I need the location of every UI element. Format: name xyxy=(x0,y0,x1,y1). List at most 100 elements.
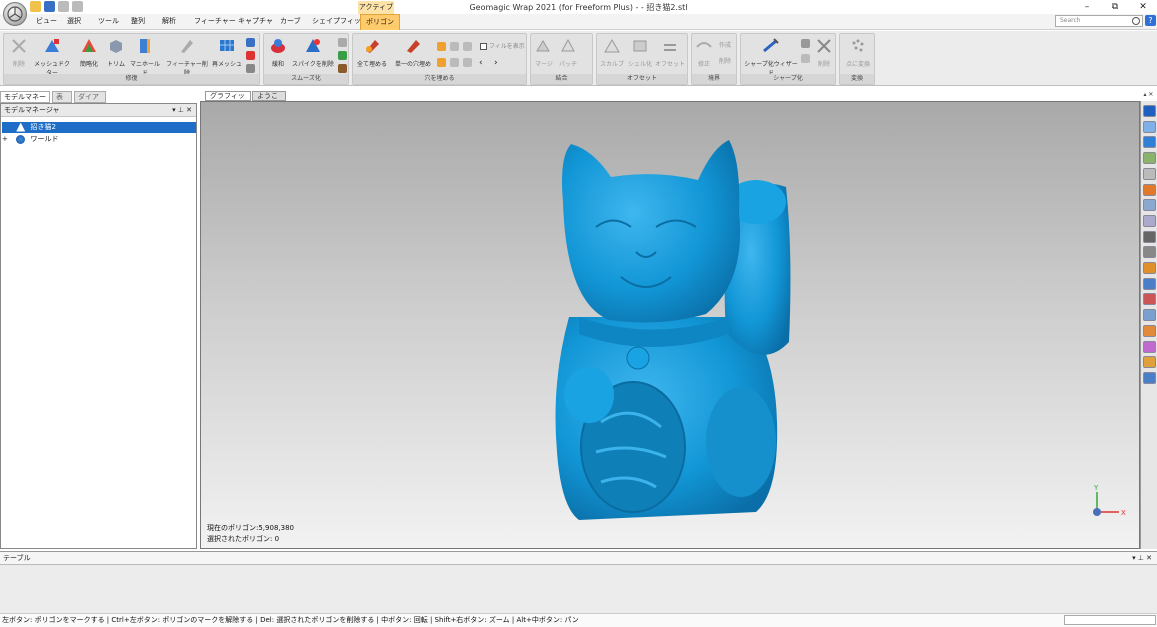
help-button[interactable]: ? xyxy=(1145,15,1156,26)
tool-to-points[interactable]: 点に変換 xyxy=(842,37,874,68)
view-tool-icon[interactable] xyxy=(1143,214,1156,227)
tool-feature-delete[interactable]: フィーチャー削除 xyxy=(164,37,210,77)
small-smooth-icon[interactable] xyxy=(338,51,347,60)
tool-trim[interactable]: トリム xyxy=(104,37,128,68)
tool-patch[interactable]: パッチ xyxy=(556,37,580,68)
view-tool-icon[interactable] xyxy=(1143,152,1156,165)
tool-sculpt[interactable]: スカルプ xyxy=(599,37,625,68)
tool-manifold[interactable]: マニホールド xyxy=(128,37,162,77)
view-tool-icon[interactable] xyxy=(1143,356,1156,369)
tool-label: オフセット xyxy=(655,61,686,68)
fill-type-complete-icon[interactable] xyxy=(437,42,446,51)
menu-view[interactable]: ビュー xyxy=(36,16,57,26)
menu-feature[interactable]: フィーチャー xyxy=(194,16,236,26)
checkbox-icon[interactable] xyxy=(480,43,487,50)
prev-arrow-icon[interactable]: ‹ xyxy=(479,58,483,68)
view-tool-icon[interactable] xyxy=(1143,183,1156,196)
panel-controls[interactable]: ▾ ⊥ ✕ xyxy=(172,104,192,117)
small-mesh-icon[interactable] xyxy=(246,64,255,73)
cat-left-paw xyxy=(564,367,614,423)
view-tool-icon[interactable] xyxy=(1143,371,1156,384)
table-panel-controls[interactable]: ▾ ⊥ ✕ xyxy=(1132,552,1152,565)
fill-type-bridge-icon[interactable] xyxy=(463,42,472,51)
right-toolbar-controls[interactable]: ▴ ✕ xyxy=(1140,91,1157,101)
tree-item-world[interactable]: + ワールド xyxy=(2,134,58,145)
redo-icon[interactable] xyxy=(72,1,83,12)
tool-simplify[interactable]: 簡略化 xyxy=(76,37,102,68)
menu-tools[interactable]: ツール xyxy=(98,16,119,26)
menu-select[interactable]: 選択 xyxy=(67,16,81,26)
small-brush-icon[interactable] xyxy=(338,64,347,73)
merge-icon xyxy=(536,40,550,52)
tab-welcome[interactable]: ようこそ xyxy=(252,91,286,109)
view-tool-icon[interactable] xyxy=(1143,277,1156,290)
view-tool-icon[interactable] xyxy=(1143,246,1156,259)
tool-delete[interactable]: 削除 xyxy=(8,37,30,68)
fill-type-edge-icon[interactable] xyxy=(450,42,459,51)
tool-merge[interactable]: マージ xyxy=(533,37,555,68)
tool-remove-spikes[interactable]: スパイクを削除 xyxy=(291,37,335,68)
menu-polygon[interactable]: ポリゴン xyxy=(360,14,400,30)
to-points-icon xyxy=(852,39,864,52)
search-icon[interactable] xyxy=(1132,17,1140,25)
menu-capture[interactable]: キャプチャ xyxy=(238,16,273,26)
view-tool-icon[interactable] xyxy=(1143,230,1156,243)
next-arrow-icon[interactable]: › xyxy=(494,58,498,68)
view-tool-icon[interactable] xyxy=(1143,309,1156,322)
small-sphere-icon[interactable] xyxy=(246,51,255,60)
small-sandpaper-icon[interactable] xyxy=(338,38,347,47)
tree-expander[interactable]: + xyxy=(2,134,14,145)
tool-relax[interactable]: 緩和 xyxy=(266,37,290,68)
view-tool-icon[interactable] xyxy=(1143,293,1156,306)
group-offset: スカルプ シェル化 オフセット オフセット xyxy=(596,33,688,85)
tab-model-manager[interactable]: モデルマネージャ xyxy=(0,91,50,112)
view-tool-icon[interactable] xyxy=(1143,105,1156,117)
view-tool-icon[interactable] xyxy=(1143,120,1156,133)
fill-flat-icon[interactable] xyxy=(463,58,472,67)
small-extend-icon[interactable] xyxy=(801,54,810,63)
group-label-convert: 変換 xyxy=(840,74,874,84)
view-tool-icon[interactable] xyxy=(1143,167,1156,180)
tool-sharpen-delete[interactable]: 削除 xyxy=(813,37,835,68)
small-cube-icon[interactable] xyxy=(246,38,255,47)
tab-dialog[interactable]: ダイアログ xyxy=(74,91,106,112)
tool-boundary-delete[interactable]: 削除 xyxy=(715,56,735,65)
close-button[interactable]: ✕ xyxy=(1129,0,1157,14)
show-fill-checkbox[interactable]: フィルを表示 xyxy=(480,41,525,50)
tool-label: 全て埋める xyxy=(356,61,387,68)
tool-boundary-create[interactable]: 作成 xyxy=(715,40,735,49)
tab-graphics[interactable]: グラフィックス xyxy=(205,91,251,109)
tool-offset[interactable]: オフセット xyxy=(655,37,685,68)
undo-icon[interactable] xyxy=(58,1,69,12)
maneki-neko-model[interactable] xyxy=(201,102,1140,549)
menu-align[interactable]: 整列 xyxy=(131,16,145,26)
view-tool-icon[interactable] xyxy=(1143,262,1156,274)
minimize-button[interactable]: – xyxy=(1073,0,1101,14)
tool-mesh-doctor[interactable]: メッシュドクター xyxy=(32,37,72,77)
tool-remesh[interactable]: 再メッシュ xyxy=(212,37,242,68)
view-tool-icon[interactable] xyxy=(1143,199,1156,212)
search-input[interactable]: Search xyxy=(1055,15,1143,27)
tool-sharpen-wizard[interactable]: シャープ化ウィザード xyxy=(743,37,799,77)
open-folder-icon[interactable] xyxy=(30,1,41,12)
tree-item-model[interactable]: 招き猫2 xyxy=(2,122,196,133)
menu-curve[interactable]: カーブ xyxy=(280,16,301,26)
view-tool-icon[interactable] xyxy=(1143,136,1156,149)
tool-fill-single[interactable]: 単一の穴埋め xyxy=(393,37,433,68)
tool-modify[interactable]: 修正 xyxy=(694,37,714,68)
restore-button[interactable]: ⧉ xyxy=(1101,0,1129,14)
fill-tangent-icon[interactable] xyxy=(450,58,459,67)
tool-fill-all[interactable]: 全て埋める xyxy=(355,37,389,68)
tool-label: シェル化 xyxy=(627,61,652,68)
save-icon[interactable] xyxy=(44,1,55,12)
graphics-viewport[interactable]: 現在のポリゴン:5,908,380 選択されたポリゴン: 0 Y X xyxy=(200,101,1140,549)
tool-shell[interactable]: シェル化 xyxy=(627,37,653,68)
menu-analysis[interactable]: 解析 xyxy=(162,16,176,26)
app-logo-icon[interactable] xyxy=(3,2,27,26)
view-tool-icon[interactable] xyxy=(1143,340,1156,353)
view-tool-icon[interactable] xyxy=(1143,324,1156,337)
small-pause-icon[interactable] xyxy=(801,39,810,48)
fill-curvature-icon[interactable] xyxy=(437,58,446,67)
tool-label: 再メッシュ xyxy=(212,61,243,68)
tab-display[interactable]: 表示 xyxy=(52,91,72,112)
